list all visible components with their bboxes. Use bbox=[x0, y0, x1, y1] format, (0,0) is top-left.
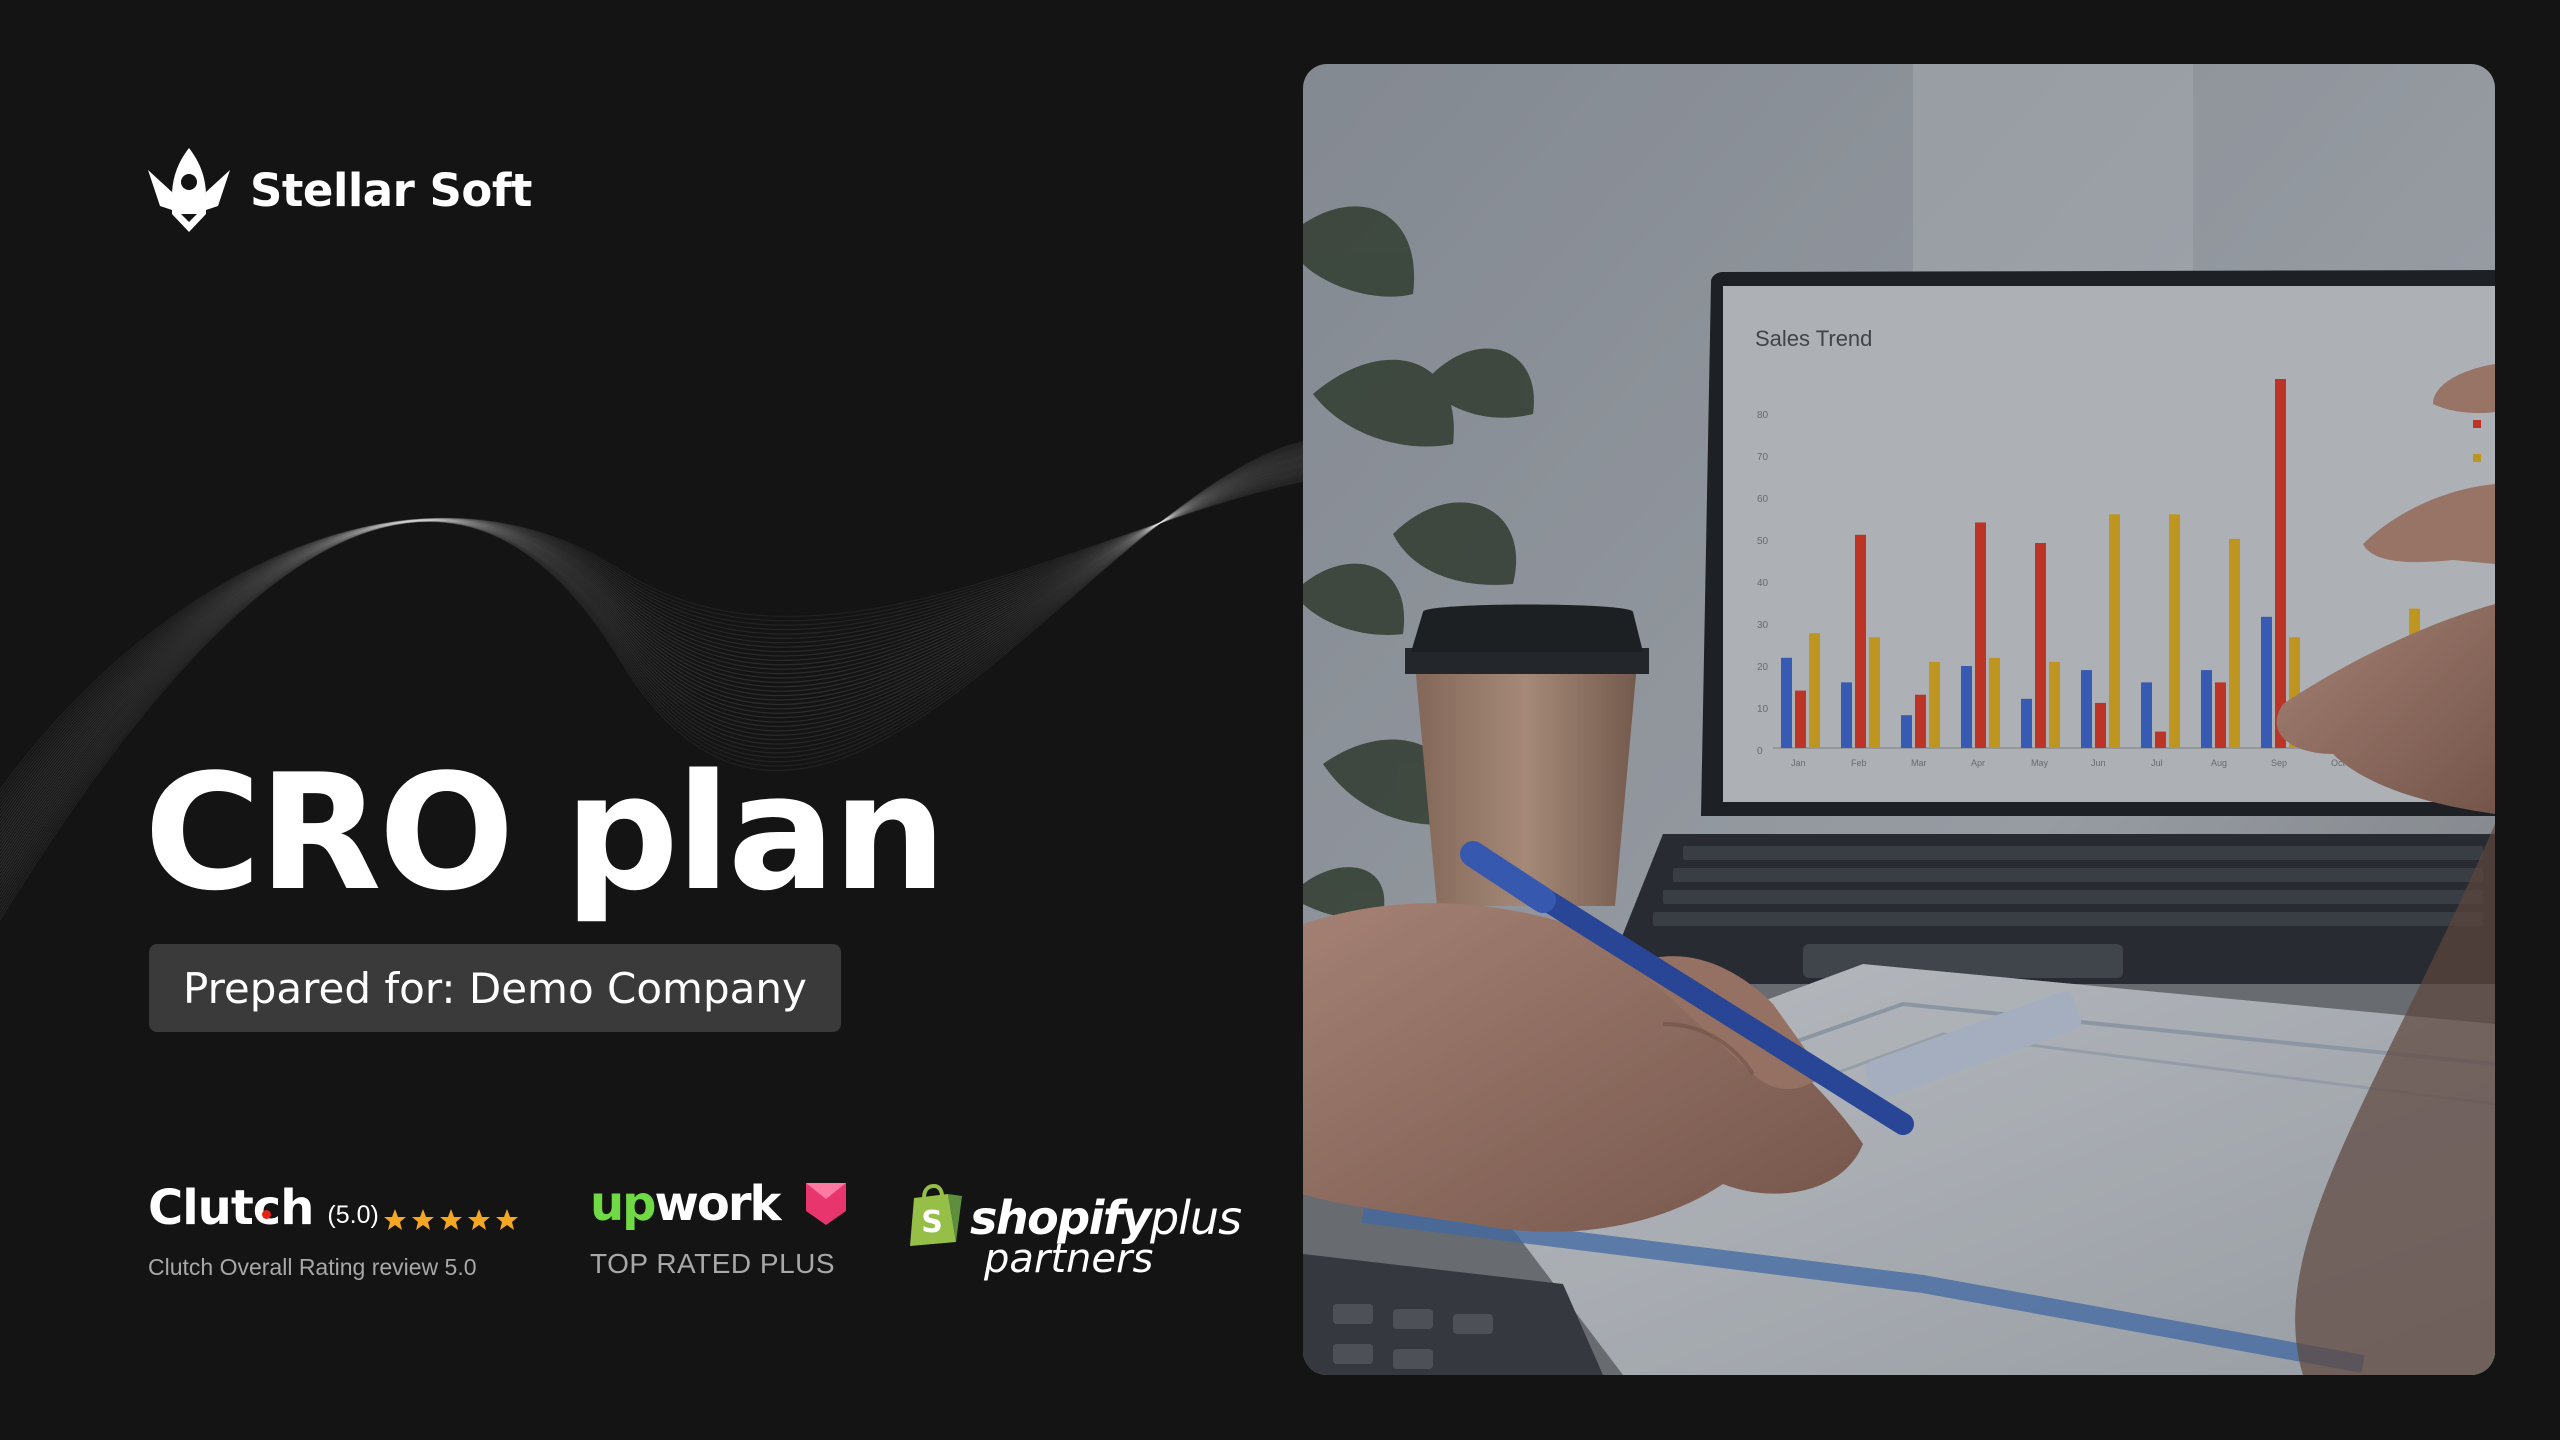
clutch-logo: Clutch bbox=[148, 1180, 314, 1236]
upwork-badge[interactable]: upwork TOP RATED PLUS bbox=[590, 1176, 849, 1280]
star-icon bbox=[467, 1209, 490, 1230]
shopping-bag-icon: S bbox=[910, 1184, 962, 1246]
brand-logo[interactable]: Stellar Soft bbox=[148, 148, 532, 232]
svg-text:S: S bbox=[921, 1205, 943, 1240]
page-title: CRO plan bbox=[144, 739, 947, 926]
top-rated-badge-icon bbox=[806, 1183, 847, 1225]
star-icon bbox=[495, 1209, 518, 1230]
clutch-score: (5.0) bbox=[327, 1201, 379, 1229]
rating-stars bbox=[383, 1208, 523, 1232]
brand-name: Stellar Soft bbox=[250, 163, 532, 217]
star-icon bbox=[383, 1209, 406, 1230]
prepared-for-label: Prepared for: Demo Company bbox=[149, 944, 841, 1032]
shopify-plus-partners-badge[interactable]: S shopify plus partners bbox=[908, 1184, 1242, 1282]
upwork-caption: TOP RATED PLUS bbox=[590, 1248, 836, 1279]
star-icon bbox=[439, 1209, 462, 1230]
rocket-icon bbox=[148, 148, 230, 232]
clutch-badge[interactable]: Clutch (5.0) Clutch Overall Rating revie… bbox=[148, 1180, 523, 1281]
shopify-plus-wordmark: plus bbox=[1149, 1191, 1242, 1245]
clutch-caption: Clutch Overall Rating review 5.0 bbox=[148, 1254, 477, 1280]
star-icon bbox=[411, 1209, 434, 1230]
hero-photo: Sales Trend 80 70 60 50 40 30 20 10 0 Jan Feb Mar A… bbox=[1303, 64, 2495, 1375]
upwork-logo: upwork bbox=[590, 1176, 781, 1232]
clutch-dot-icon bbox=[262, 1210, 271, 1219]
